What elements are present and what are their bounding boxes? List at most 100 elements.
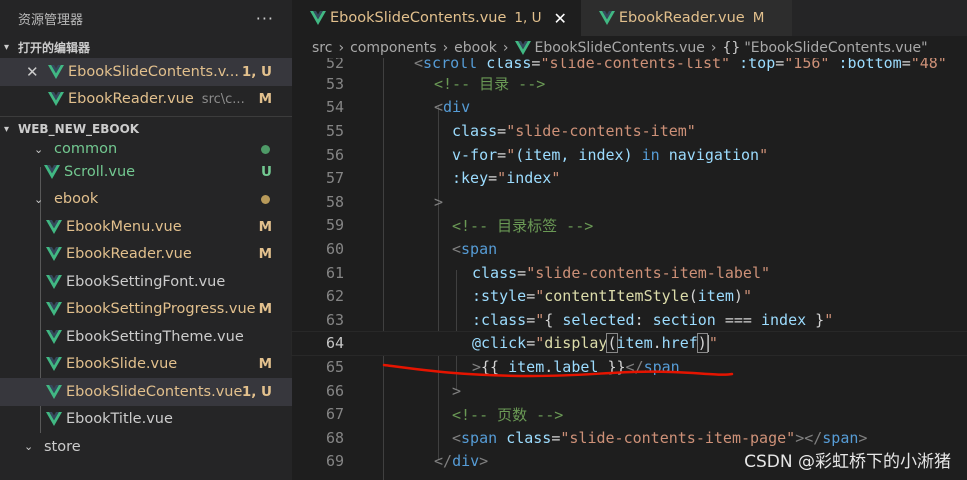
section-divider (0, 116, 292, 117)
code-line: 56 v-for="(item, index) in navigation" (292, 143, 967, 167)
line-number: 68 (325, 428, 344, 447)
code-line: 66 > (292, 379, 967, 403)
vue-file-icon (46, 219, 62, 234)
line-content: <div (434, 98, 471, 117)
line-content: :class="{ selected: section === index }" (472, 310, 834, 329)
line-content: <!-- 目录 --> (434, 75, 546, 94)
code-line: 59 <!-- 目录标签 --> (292, 214, 967, 238)
open-editor-filename: EbookSlideContents.v... (68, 63, 240, 80)
chevron-down-icon: ▾ (4, 123, 10, 135)
git-status-badge: M (258, 356, 272, 373)
chevron-right-icon: › (710, 40, 717, 56)
explorer-sidebar: 资源管理器 ··· ▾ 打开的编辑器 ✕ EbookSlideContents.… (0, 0, 292, 480)
tree-folder-store[interactable]: ⌄ store (0, 433, 292, 461)
tree-file[interactable]: EbookSlide.vue M (0, 351, 292, 379)
git-status-badge: M (258, 246, 272, 263)
git-status-badge: M (258, 218, 272, 235)
chevron-down-icon: ⌄ (24, 440, 34, 454)
chevron-right-icon: › (502, 40, 509, 56)
tree-file[interactable]: EbookTitle.vue (0, 406, 292, 434)
breadcrumb-item[interactable]: components (350, 40, 437, 56)
code-line: 53 <!-- 目录 --> (292, 72, 967, 96)
code-line: 61 class="slide-contents-item-label" (292, 261, 967, 285)
file-label: EbookSlide.vue (66, 356, 178, 373)
line-number: 58 (325, 192, 344, 211)
breadcrumb-symbol[interactable]: "EbookSlideContents.vue" (744, 40, 927, 56)
chevron-right-icon: › (338, 40, 345, 56)
project-header[interactable]: ▾ WEB_NEW_EBOOK (0, 118, 292, 140)
folder-label: ebook (54, 191, 99, 208)
vue-file-icon (48, 92, 64, 107)
tab-ebook-reader[interactable]: EbookReader.vue M (580, 0, 793, 36)
vue-file-icon (598, 11, 615, 25)
open-editor-item[interactable]: ✕ EbookSlideContents.v... 1, U (0, 58, 292, 86)
vue-file-icon (44, 164, 60, 179)
vue-file-icon (46, 274, 62, 289)
vue-file-icon (46, 329, 62, 344)
git-status-badge: 1, U (241, 383, 272, 400)
breadcrumb-item[interactable]: src (312, 40, 332, 56)
tree-file-scroll[interactable]: Scroll.vue U (0, 158, 292, 186)
tree-file-selected[interactable]: EbookSlideContents.vue 1, U (0, 378, 292, 406)
line-number: 66 (325, 381, 344, 400)
line-content: <scroll class="slide-contents-list" :top… (414, 58, 947, 72)
file-label: Scroll.vue (64, 163, 136, 180)
vue-file-icon (310, 11, 326, 25)
open-editor-item[interactable]: EbookReader.vue src\c... M (0, 86, 292, 114)
chevron-down-icon: ⌄ (34, 142, 44, 156)
breadcrumb-item[interactable]: EbookSlideContents.vue (535, 40, 705, 56)
line-number: 62 (325, 287, 344, 306)
line-number: 63 (325, 310, 344, 329)
line-number: 56 (325, 145, 344, 164)
tree-file[interactable]: EbookMenu.vue M (0, 213, 292, 241)
code-line: 68 <span class="slide-contents-item-page… (292, 426, 967, 450)
line-content: >{{ item.label }}</span (472, 357, 680, 376)
vue-file-icon (46, 412, 62, 427)
tree-folder-common[interactable]: ⌄ common (0, 140, 292, 158)
chevron-down-icon: ⌄ (34, 192, 44, 206)
project-label: WEB_NEW_EBOOK (18, 122, 140, 136)
git-status-badge: M (258, 91, 272, 108)
folder-status-dot (261, 194, 270, 204)
line-content: <!-- 目录标签 --> (452, 216, 594, 235)
tree-file[interactable]: EbookSettingFont.vue (0, 268, 292, 296)
chevron-down-icon: ▾ (4, 41, 10, 53)
open-editors-label: 打开的编辑器 (18, 40, 91, 55)
line-number: 55 (325, 121, 344, 140)
code-line: 55 class="slide-contents-item" (292, 119, 967, 143)
explorer-title: 资源管理器 (18, 12, 84, 28)
open-editors-header[interactable]: ▾ 打开的编辑器 (0, 36, 292, 58)
more-actions-icon[interactable]: ··· (256, 9, 274, 28)
tree-file[interactable]: EbookReader.vue M (0, 241, 292, 269)
explorer-title-bar: 资源管理器 ··· (0, 0, 292, 36)
editor-tabs: EbookSlideContents.vue 1, U ✕ EbookReade… (292, 0, 967, 36)
line-number: 65 (325, 357, 344, 376)
git-status-badge: M (258, 301, 272, 318)
file-label: EbookMenu.vue (66, 218, 182, 235)
vue-file-icon (46, 384, 62, 399)
line-number: 53 (325, 74, 344, 93)
line-content: class="slide-contents-item" (452, 121, 696, 140)
code-line: 60 <span (292, 237, 967, 261)
code-line: 52 <scroll class="slide-contents-list" :… (292, 58, 967, 72)
line-number: 60 (325, 239, 344, 258)
line-content: > (452, 381, 462, 400)
git-status-badge: U (261, 163, 272, 180)
tab-ebook-slide-contents[interactable]: EbookSlideContents.vue 1, U ✕ (292, 0, 581, 36)
tree-file[interactable]: EbookSettingProgress.vue M (0, 296, 292, 324)
git-status-badge: 1, U (241, 63, 272, 80)
tree-folder-ebook[interactable]: ⌄ ebook (0, 186, 292, 214)
line-number: 69 (325, 452, 344, 471)
close-icon[interactable]: ✕ (553, 9, 566, 28)
tab-status: 1, U (514, 10, 542, 26)
code-line-current: 64 @click="display(item.href) " (291, 330, 967, 357)
breadcrumb-item[interactable]: ebook (454, 40, 497, 56)
breadcrumb: src › components › ebook › EbookSlideCon… (292, 36, 967, 60)
tree-file[interactable]: EbookSettingTheme.vue (0, 323, 292, 351)
code-editor[interactable]: 52 <scroll class="slide-contents-list" :… (291, 58, 967, 480)
file-label: EbookTitle.vue (66, 411, 173, 428)
line-content: :key="index" (452, 169, 561, 188)
close-icon[interactable]: ✕ (26, 63, 39, 81)
code-line: 58 > (292, 190, 967, 214)
line-content: v-for="(item, index) in navigation" (452, 145, 769, 164)
